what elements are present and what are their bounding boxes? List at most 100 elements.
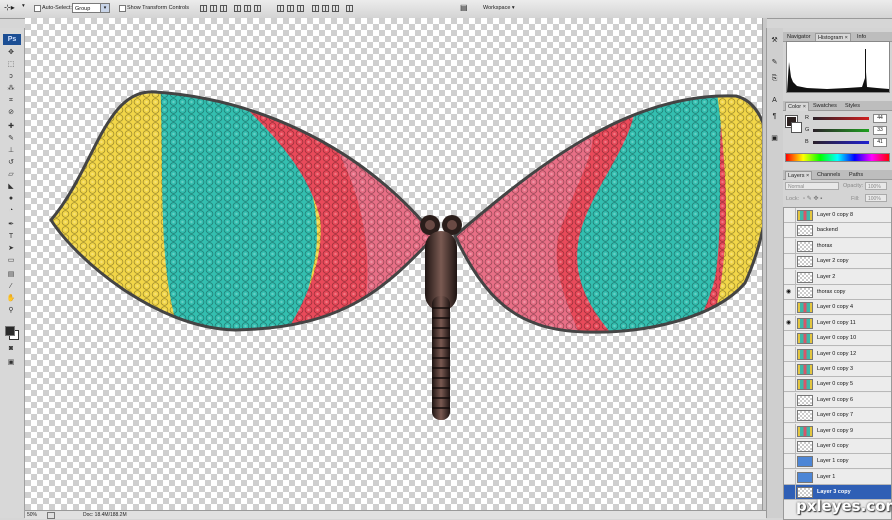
- layer-thumbnail[interactable]: [797, 287, 813, 298]
- tab-swatches[interactable]: Swatches: [811, 102, 839, 110]
- tab-info[interactable]: Info: [855, 33, 868, 41]
- close-icon[interactable]: ×: [803, 104, 806, 110]
- layer-thumbnail[interactable]: [797, 394, 813, 406]
- workspace-icon[interactable]: ▤: [460, 3, 468, 12]
- green-value[interactable]: 33: [873, 126, 887, 135]
- layer-thumbnail[interactable]: [797, 225, 813, 237]
- lasso-tool-icon[interactable]: ↄ: [6, 72, 16, 81]
- tab-layers[interactable]: Layers ×: [785, 171, 813, 180]
- align-right-icon[interactable]: [254, 5, 261, 12]
- layer-thumbnail[interactable]: [797, 317, 813, 329]
- history-brush-tool-icon[interactable]: ↺: [6, 158, 16, 167]
- crop-tool-icon[interactable]: ⌗: [6, 96, 16, 105]
- clone-stamp-tool-icon[interactable]: ⊥: [6, 146, 16, 155]
- path-selection-tool-icon[interactable]: ➤: [6, 244, 16, 253]
- show-transform-checkbox[interactable]: [119, 5, 126, 12]
- blur-tool-icon[interactable]: ●: [6, 194, 16, 203]
- visibility-eye-icon[interactable]: [786, 381, 793, 387]
- visibility-eye-icon[interactable]: [786, 274, 793, 280]
- visibility-eye-icon[interactable]: [786, 443, 793, 449]
- layer-thumbnail[interactable]: [797, 240, 813, 252]
- layer-row[interactable]: backend: [784, 223, 891, 239]
- layer-thumbnail[interactable]: [797, 302, 813, 314]
- visibility-eye-icon[interactable]: [786, 366, 793, 372]
- type-tool-icon[interactable]: T: [6, 232, 16, 241]
- layer-thumbnail[interactable]: [797, 379, 813, 391]
- marquee-tool-icon[interactable]: ⬚: [6, 60, 16, 69]
- color-background-chip[interactable]: [791, 122, 802, 133]
- layer-row[interactable]: thorax: [784, 238, 891, 254]
- character-icon[interactable]: A: [770, 96, 779, 105]
- auto-align-icon[interactable]: [346, 5, 353, 12]
- layer-thumbnail[interactable]: [797, 333, 813, 345]
- zoom-tool-icon[interactable]: ⚲: [6, 306, 16, 315]
- layer-thumbnail[interactable]: [797, 410, 813, 422]
- layer-row[interactable]: Layer 0 copy 7: [784, 408, 891, 424]
- color-spectrum-bar[interactable]: [785, 153, 890, 162]
- layer-row[interactable]: Layer 2 copy: [784, 254, 891, 270]
- tool-preset-chevron-icon[interactable]: ▾: [22, 3, 25, 9]
- layer-row[interactable]: Layer 0 copy 12: [784, 346, 891, 362]
- layer-thumbnail[interactable]: [797, 348, 813, 360]
- visibility-eye-icon[interactable]: [786, 474, 793, 480]
- tab-navigator[interactable]: Navigator: [785, 33, 813, 41]
- green-slider[interactable]: [813, 129, 869, 132]
- blue-value[interactable]: 41: [873, 138, 887, 147]
- actions-icon[interactable]: ▣: [770, 134, 779, 143]
- visibility-eye-icon[interactable]: [786, 258, 793, 264]
- visibility-eye-icon[interactable]: [786, 412, 793, 418]
- layer-row[interactable]: Layer 0 copy 9: [784, 423, 891, 439]
- workspace-menu[interactable]: Workspace ▾: [483, 5, 515, 11]
- layer-row[interactable]: Layer 0 copy 8: [784, 208, 891, 223]
- foreground-color-swatch[interactable]: [5, 326, 15, 336]
- visibility-eye-icon[interactable]: ◉: [786, 320, 793, 326]
- layers-list[interactable]: Layer 0 copy 8 backend thorax Layer 2 copy L…: [783, 207, 892, 520]
- tab-channels[interactable]: Channels: [815, 171, 842, 179]
- magic-wand-tool-icon[interactable]: ⁂: [6, 84, 16, 93]
- layer-row[interactable]: Layer 0 copy: [784, 439, 891, 454]
- layer-row[interactable]: Layer 0 copy 3: [784, 362, 891, 377]
- opacity-field[interactable]: 100%: [865, 182, 887, 190]
- layer-thumbnail[interactable]: [797, 456, 813, 468]
- distribute-left-icon[interactable]: [312, 5, 319, 12]
- tool-presets-icon[interactable]: ⚒: [770, 36, 779, 45]
- pen-tool-icon[interactable]: ✒: [6, 220, 16, 229]
- layer-thumbnail[interactable]: [797, 441, 813, 452]
- move-tool-icon[interactable]: ✥: [6, 48, 16, 57]
- auto-select-dropdown[interactable]: Group ▾: [72, 3, 110, 13]
- visibility-eye-icon[interactable]: [786, 397, 793, 403]
- screen-mode-icon[interactable]: ▣: [6, 358, 16, 367]
- tab-styles[interactable]: Styles: [843, 102, 862, 110]
- layer-row[interactable]: Layer 0 copy 6: [784, 392, 891, 408]
- visibility-eye-icon[interactable]: ◉: [786, 289, 793, 295]
- distribute-hcenter-icon[interactable]: [322, 5, 329, 12]
- align-horizontal-center-icon[interactable]: [244, 5, 251, 12]
- visibility-eye-icon[interactable]: [786, 335, 793, 341]
- layer-row[interactable]: Layer 1: [784, 469, 891, 485]
- layer-row[interactable]: Layer 0 copy 10: [784, 331, 891, 347]
- brushes-icon[interactable]: ✎: [770, 58, 779, 67]
- quick-mask-icon[interactable]: ◙: [6, 344, 16, 353]
- visibility-eye-icon[interactable]: [786, 243, 793, 249]
- move-tool-icon[interactable]: ⊹▸: [4, 3, 15, 12]
- blend-mode-select[interactable]: Normal: [785, 182, 839, 190]
- visibility-eye-icon[interactable]: [786, 212, 793, 218]
- tab-paths[interactable]: Paths: [847, 171, 865, 179]
- dodge-tool-icon[interactable]: ◔: [6, 206, 16, 215]
- visibility-eye-icon[interactable]: [786, 489, 793, 495]
- distribute-bottom-icon[interactable]: [297, 5, 304, 12]
- red-slider[interactable]: [813, 117, 869, 120]
- layer-thumbnail[interactable]: [797, 256, 813, 268]
- layer-thumbnail[interactable]: [797, 210, 813, 221]
- zoom-level[interactable]: 50%: [27, 512, 37, 518]
- paint-bucket-tool-icon[interactable]: ◣: [6, 182, 16, 191]
- layer-row[interactable]: ◉ thorax copy: [784, 285, 891, 300]
- tab-color[interactable]: Color ×: [785, 102, 809, 111]
- paragraph-icon[interactable]: ¶: [770, 112, 779, 121]
- layer-row[interactable]: Layer 0 copy 4: [784, 300, 891, 316]
- visibility-eye-icon[interactable]: [786, 304, 793, 310]
- distribute-right-icon[interactable]: [332, 5, 339, 12]
- close-icon[interactable]: ×: [806, 173, 809, 179]
- notes-tool-icon[interactable]: ▤: [6, 270, 16, 279]
- eraser-tool-icon[interactable]: ▱: [6, 170, 16, 179]
